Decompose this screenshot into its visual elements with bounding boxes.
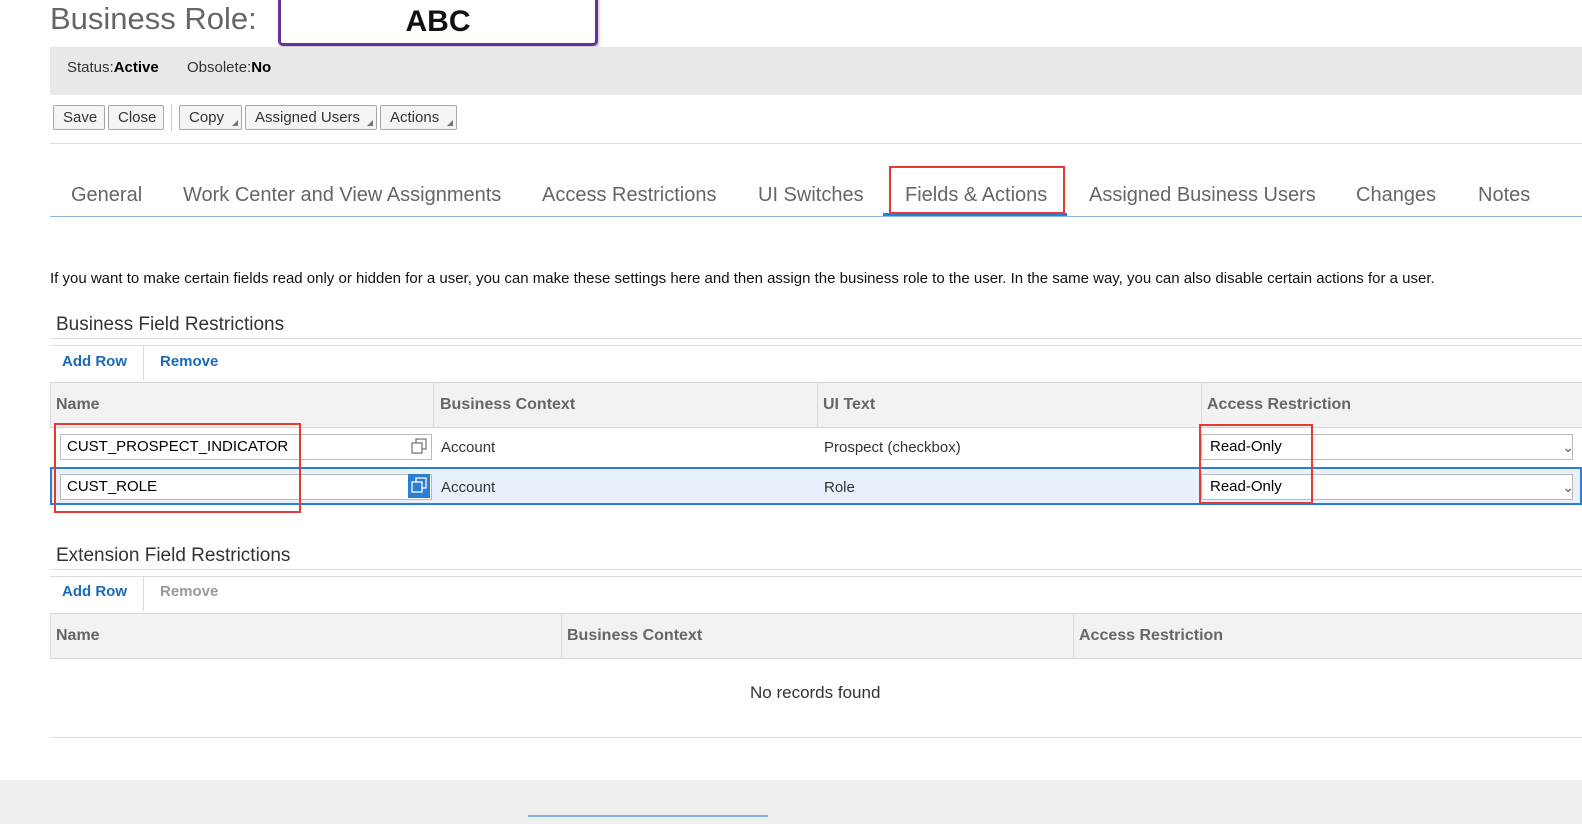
status-bar bbox=[50, 47, 1582, 95]
obsolete-label: Obsolete: bbox=[187, 59, 252, 76]
remove-button[interactable]: Remove bbox=[160, 583, 218, 600]
section-divider bbox=[50, 569, 1582, 570]
section-divider bbox=[50, 338, 1582, 339]
column-separator bbox=[1201, 383, 1202, 427]
value-help-icon[interactable] bbox=[408, 435, 430, 459]
extension-field-restrictions-title: Extension Field Restrictions bbox=[56, 545, 291, 566]
value-help-icon[interactable] bbox=[408, 474, 430, 498]
empty-table-message: No records found bbox=[750, 683, 881, 702]
table-bottom-divider bbox=[50, 737, 1582, 738]
chevron-down-icon: ⌄ bbox=[1562, 439, 1574, 455]
tab-notes[interactable]: Notes bbox=[1478, 184, 1530, 207]
section-divider bbox=[50, 576, 1582, 577]
tab-general[interactable]: General bbox=[71, 184, 142, 207]
tab-ui-switches[interactable]: UI Switches bbox=[758, 184, 864, 207]
business-context-cell: Account bbox=[441, 479, 496, 496]
column-header-business-context[interactable]: Business Context bbox=[440, 396, 575, 414]
name-highlight-box bbox=[54, 423, 301, 513]
dropdown-corner-icon bbox=[447, 120, 453, 126]
tab-assigned-business-users[interactable]: Assigned Business Users bbox=[1089, 184, 1316, 207]
actions-button[interactable]: Actions bbox=[380, 105, 457, 130]
section-divider bbox=[50, 345, 1582, 346]
ui-text-cell: Prospect (checkbox) bbox=[824, 439, 961, 456]
status-label: Status: bbox=[67, 59, 114, 76]
business-context-cell: Account bbox=[441, 439, 496, 456]
obsolete-field: Obsolete:No bbox=[187, 59, 271, 76]
toolbar-separator bbox=[143, 577, 144, 611]
role-name-field[interactable]: ABC bbox=[278, 0, 598, 46]
dropdown-corner-icon bbox=[232, 120, 238, 126]
column-header-access-restriction[interactable]: Access Restriction bbox=[1207, 396, 1351, 414]
tab-changes[interactable]: Changes bbox=[1356, 184, 1436, 207]
column-separator bbox=[1073, 614, 1074, 658]
close-button[interactable]: Close bbox=[108, 105, 164, 130]
fields-tab-highlight-box bbox=[889, 166, 1065, 214]
footer-bar bbox=[0, 780, 1582, 824]
remove-button[interactable]: Remove bbox=[160, 353, 218, 370]
ui-text-cell: Role bbox=[824, 479, 855, 496]
tab-access-restrictions[interactable]: Access Restrictions bbox=[542, 184, 717, 207]
dropdown-corner-icon bbox=[367, 120, 373, 126]
add-row-button[interactable]: Add Row bbox=[62, 353, 127, 370]
tab-work-center-view-assignments[interactable]: Work Center and View Assignments bbox=[183, 184, 501, 207]
column-header-name[interactable]: Name bbox=[56, 396, 100, 414]
column-separator bbox=[50, 383, 51, 427]
column-separator bbox=[433, 383, 434, 427]
column-separator bbox=[561, 614, 562, 658]
footer-accent-line bbox=[528, 815, 768, 817]
add-row-button[interactable]: Add Row bbox=[62, 583, 127, 600]
toolbar-separator bbox=[171, 104, 172, 131]
toolbar-separator bbox=[143, 346, 144, 380]
restriction-highlight-box bbox=[1199, 424, 1313, 504]
obsolete-value: No bbox=[251, 59, 272, 76]
assigned-users-button-label: Assigned Users bbox=[255, 109, 361, 126]
column-separator bbox=[817, 383, 818, 427]
status-value: Active bbox=[113, 59, 159, 76]
table-header bbox=[50, 382, 1582, 428]
column-header-business-context[interactable]: Business Context bbox=[567, 627, 702, 645]
page-title: Business Role: bbox=[50, 1, 257, 36]
toolbar-divider bbox=[50, 143, 1582, 144]
assigned-users-button[interactable]: Assigned Users bbox=[245, 105, 377, 130]
tabs-divider bbox=[50, 216, 1582, 217]
save-button[interactable]: Save bbox=[53, 105, 105, 130]
copy-button[interactable]: Copy bbox=[179, 105, 242, 130]
column-header-ui-text[interactable]: UI Text bbox=[823, 396, 875, 414]
column-header-access-restriction[interactable]: Access Restriction bbox=[1079, 627, 1223, 645]
column-separator bbox=[50, 614, 51, 658]
status-field: Status:Active bbox=[67, 59, 159, 76]
actions-button-label: Actions bbox=[390, 109, 440, 126]
column-header-name[interactable]: Name bbox=[56, 627, 100, 645]
description-text: If you want to make certain fields read … bbox=[50, 270, 1435, 287]
table-header bbox=[50, 613, 1582, 659]
chevron-down-icon: ⌄ bbox=[1562, 479, 1574, 495]
business-field-restrictions-title: Business Field Restrictions bbox=[56, 314, 285, 335]
copy-button-label: Copy bbox=[189, 109, 225, 126]
